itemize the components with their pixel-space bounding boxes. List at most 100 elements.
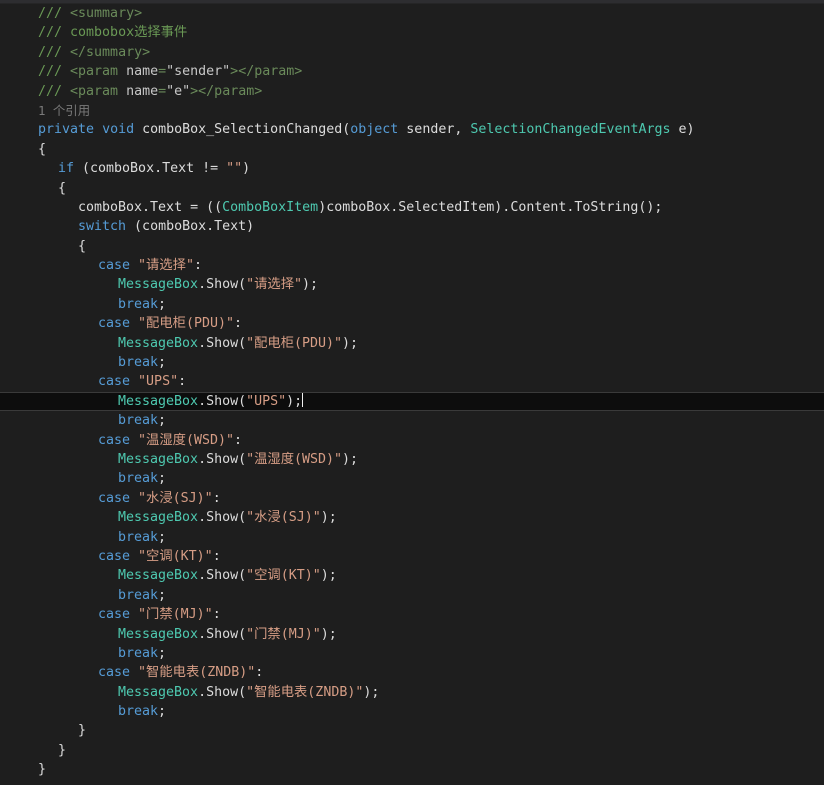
code-token: : bbox=[255, 665, 264, 681]
code-token: 1 个引用 bbox=[38, 102, 91, 118]
code-token: } bbox=[58, 742, 67, 758]
code-token: case bbox=[98, 316, 131, 332]
code-token: ; bbox=[158, 645, 167, 661]
code-token: ; bbox=[158, 355, 167, 371]
code-line: break; bbox=[0, 411, 824, 430]
code-token: (comboBox.Text != bbox=[74, 161, 227, 177]
code-token: ; bbox=[158, 296, 167, 312]
code-token: ); bbox=[363, 684, 380, 700]
code-line: MessageBox.Show("门禁(MJ)"); bbox=[0, 625, 824, 644]
code-token: case bbox=[98, 548, 131, 564]
code-token: <param bbox=[70, 83, 127, 99]
code-token: break bbox=[118, 529, 159, 545]
code-token: "请选择" bbox=[138, 258, 194, 274]
code-token: "e" bbox=[166, 83, 191, 99]
code-token: /// bbox=[38, 25, 71, 41]
code-line: case "空调(KT)": bbox=[0, 547, 824, 566]
codelens-line[interactable]: 1 个引用 bbox=[0, 101, 824, 120]
code-line: if (comboBox.Text != "") bbox=[0, 159, 824, 178]
code-token: "空调(KT)" bbox=[246, 568, 321, 584]
code-token: .Show( bbox=[198, 393, 247, 409]
code-line: { bbox=[0, 237, 824, 256]
code-line: case "UPS": bbox=[0, 372, 824, 391]
code-token: ); bbox=[320, 626, 337, 642]
code-token: ); bbox=[286, 393, 303, 409]
code-text-area[interactable]: /// <summary>/// combobox选择事件/// </summa… bbox=[0, 4, 824, 785]
code-token: SelectionChangedEventArgs bbox=[470, 122, 671, 138]
code-token: break bbox=[118, 587, 159, 603]
code-line: case "温湿度(WSD)": bbox=[0, 431, 824, 450]
code-line: switch (comboBox.Text) bbox=[0, 217, 824, 236]
code-token: e) bbox=[670, 122, 695, 138]
code-line: MessageBox.Show("请选择"); bbox=[0, 275, 824, 294]
code-token: break bbox=[118, 296, 159, 312]
code-token: ); bbox=[320, 510, 337, 526]
code-line: break; bbox=[0, 702, 824, 721]
code-token: > bbox=[190, 83, 199, 99]
code-token: : bbox=[178, 374, 187, 390]
code-token: private bbox=[38, 122, 95, 138]
code-token: break bbox=[118, 413, 159, 429]
code-token: "智能电表(ZNDB)" bbox=[246, 684, 364, 700]
code-line: /// combobox选择事件 bbox=[0, 23, 824, 42]
code-token: <param bbox=[70, 64, 127, 80]
code-token: { bbox=[58, 180, 67, 196]
code-line: /// <summary> bbox=[0, 4, 824, 23]
text-caret bbox=[302, 392, 304, 407]
code-token: : bbox=[193, 258, 202, 274]
code-token: } bbox=[38, 762, 47, 778]
code-token: /// bbox=[38, 44, 71, 60]
code-token: ; bbox=[158, 471, 167, 487]
code-token: "水浸(SJ)" bbox=[246, 510, 321, 526]
code-line: break; bbox=[0, 295, 824, 314]
code-token: case bbox=[98, 432, 131, 448]
code-token: ) bbox=[242, 161, 251, 177]
code-token: "水浸(SJ)" bbox=[138, 490, 213, 506]
code-line: break; bbox=[0, 469, 824, 488]
code-token: case bbox=[98, 665, 131, 681]
code-line: break; bbox=[0, 528, 824, 547]
code-token: </summary> bbox=[70, 44, 151, 60]
code-line: case "水浸(SJ)": bbox=[0, 489, 824, 508]
code-line: case "配电柜(PDU)": bbox=[0, 314, 824, 333]
code-token: ); bbox=[320, 568, 337, 584]
code-token: break bbox=[118, 355, 159, 371]
code-token: "UPS" bbox=[246, 393, 287, 409]
code-token: /// bbox=[38, 83, 71, 99]
code-token: </param> bbox=[238, 64, 303, 80]
code-token: switch bbox=[78, 219, 127, 235]
code-token: ; bbox=[158, 413, 167, 429]
code-token: </param> bbox=[198, 83, 263, 99]
code-token: "UPS" bbox=[138, 374, 179, 390]
code-token: break bbox=[118, 471, 159, 487]
code-token: "温湿度(WSD)" bbox=[246, 451, 343, 467]
code-line: { bbox=[0, 179, 824, 198]
code-token: name bbox=[126, 83, 159, 99]
code-line: MessageBox.Show("配电柜(PDU)"); bbox=[0, 334, 824, 353]
code-token: : bbox=[233, 432, 242, 448]
code-token: .Show( bbox=[198, 626, 247, 642]
code-token: /// bbox=[38, 64, 71, 80]
code-token: "sender" bbox=[166, 64, 231, 80]
code-line: break; bbox=[0, 586, 824, 605]
code-line: case "智能电表(ZNDB)": bbox=[0, 663, 824, 682]
code-token: void bbox=[102, 122, 135, 138]
code-editor-window: /// <summary>/// combobox选择事件/// </summa… bbox=[0, 0, 824, 785]
code-token: MessageBox bbox=[118, 684, 199, 700]
code-line: MessageBox.Show("空调(KT)"); bbox=[0, 566, 824, 585]
code-token: : bbox=[212, 548, 221, 564]
code-token: "门禁(MJ)" bbox=[138, 607, 213, 623]
code-line: } bbox=[0, 760, 824, 779]
code-token: ); bbox=[342, 451, 359, 467]
code-token: ); bbox=[342, 335, 359, 351]
code-token: .Show( bbox=[198, 510, 247, 526]
code-token: MessageBox bbox=[118, 510, 199, 526]
code-line: /// <param name="sender"></param> bbox=[0, 62, 824, 81]
code-token: comboBox_SelectionChanged( bbox=[134, 122, 351, 138]
code-token: { bbox=[78, 238, 87, 254]
